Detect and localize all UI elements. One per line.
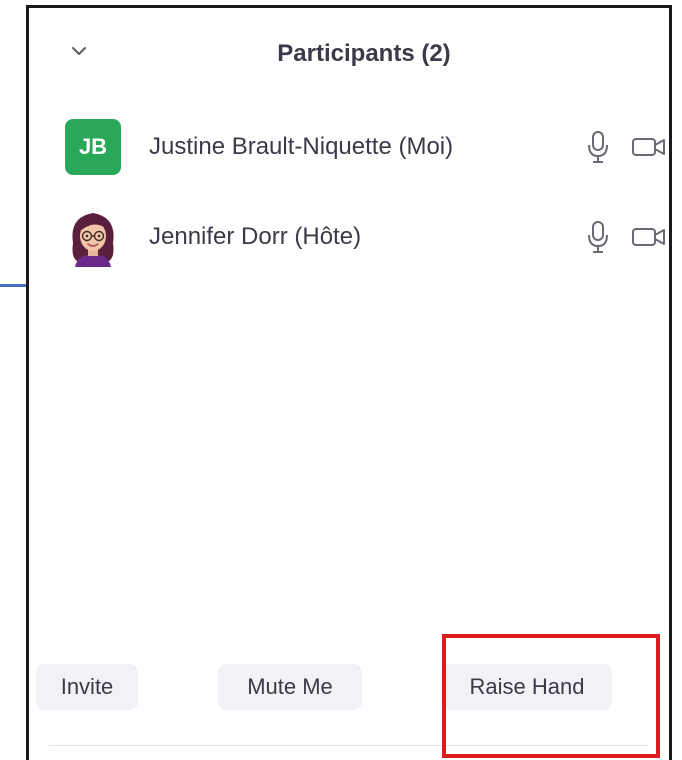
panel-title: Participants (2): [277, 40, 451, 67]
video-camera-icon[interactable]: [631, 135, 667, 159]
participant-row[interactable]: JB Justine Brault-Niquette (Moi): [65, 117, 665, 177]
avatar: [65, 209, 121, 267]
mute-me-button[interactable]: Mute Me: [218, 664, 362, 710]
avatar: JB: [65, 119, 121, 175]
participant-media-controls: [585, 117, 667, 177]
microphone-icon[interactable]: [585, 129, 611, 165]
participant-media-controls: [585, 207, 667, 267]
microphone-icon[interactable]: [585, 219, 611, 255]
participant-name: Justine Brault-Niquette (Moi): [149, 133, 454, 160]
footer-divider: [49, 745, 649, 746]
video-camera-icon[interactable]: [631, 225, 667, 249]
raise-hand-button[interactable]: Raise Hand: [442, 664, 612, 710]
participants-panel: Participants (2) JB Justine Brault-Nique…: [26, 5, 672, 760]
invite-button[interactable]: Invite: [36, 664, 138, 710]
participant-name: Jennifer Dorr (Hôte): [149, 223, 362, 250]
participant-row[interactable]: Jennifer Dorr (Hôte): [65, 207, 665, 267]
window-edge-divider: [0, 284, 26, 287]
